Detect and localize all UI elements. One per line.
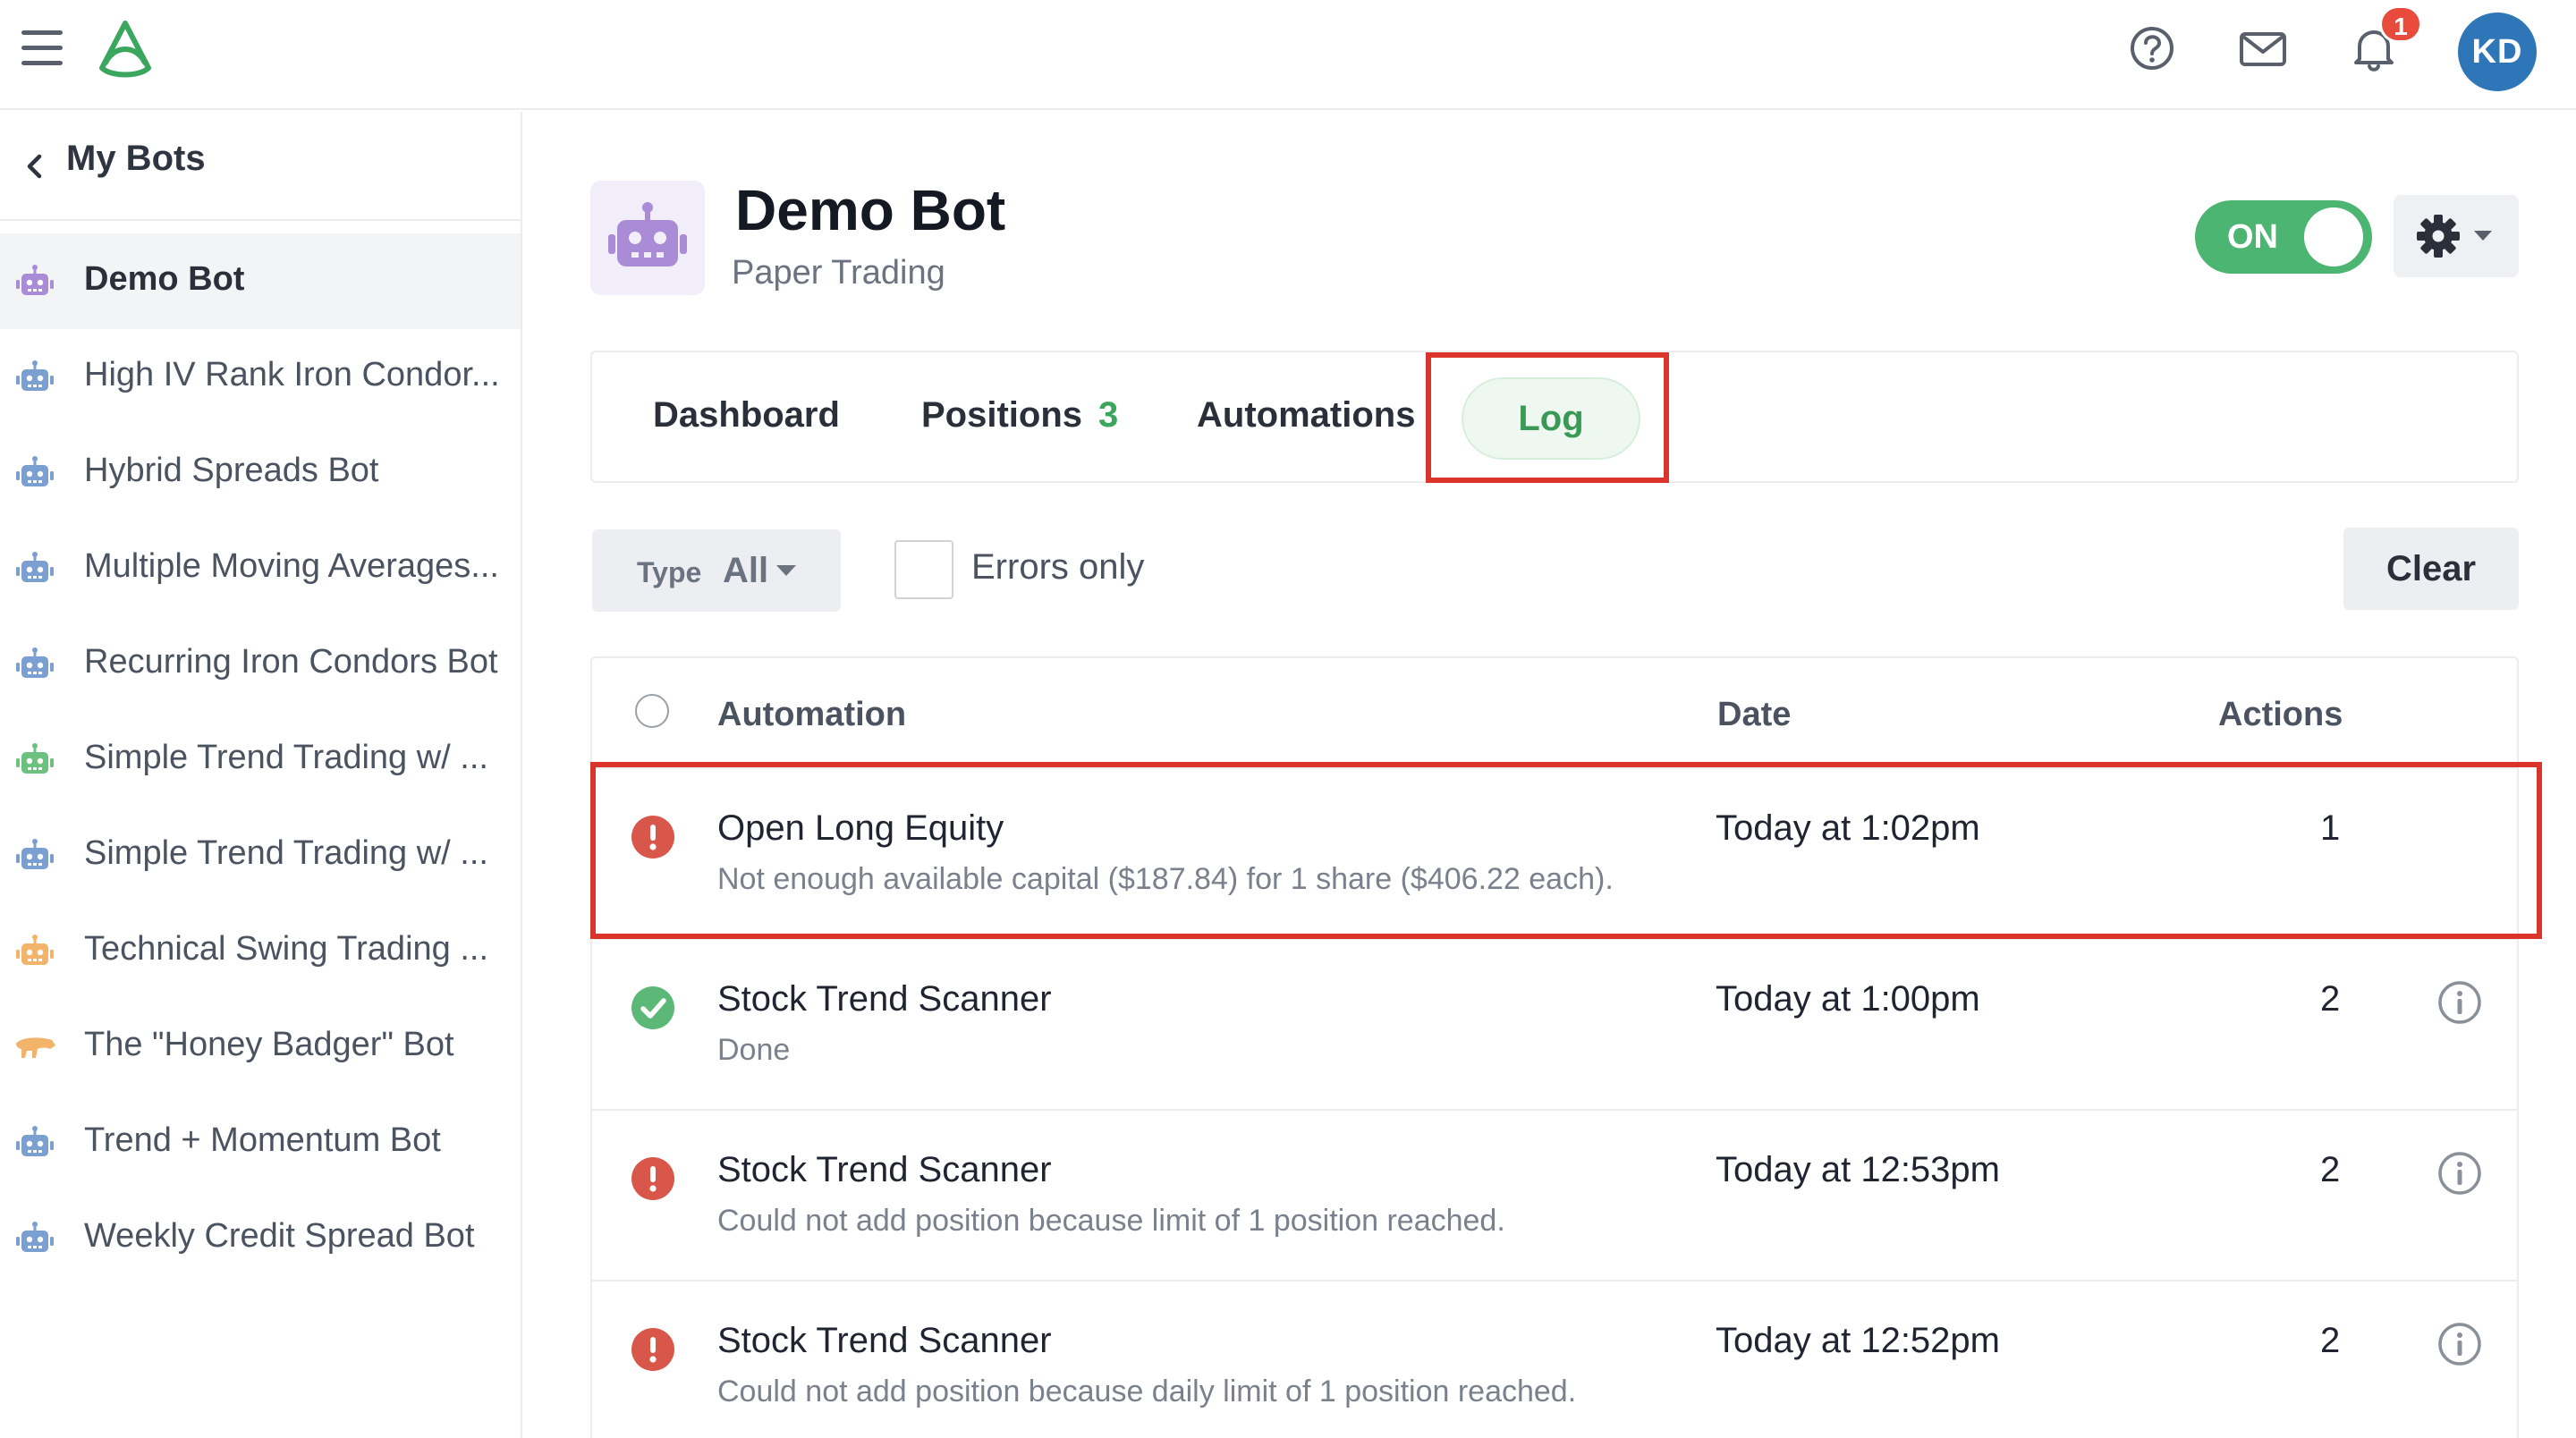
column-header-date: Date [1717, 696, 1792, 733]
sidebar-bot-label: Weekly Credit Spread Bot [84, 1217, 475, 1255]
help-icon[interactable] [2125, 21, 2179, 75]
sidebar-bot-label: Trend + Momentum Bot [84, 1121, 441, 1159]
sidebar-bot-item[interactable]: Simple Trend Trading w/ ... [0, 808, 521, 903]
page-title: Demo Bot [735, 178, 1006, 242]
column-header-automation: Automation [717, 696, 907, 733]
positions-count-badge: 3 [1098, 395, 1119, 435]
back-to-my-bots-link[interactable]: My Bots [0, 112, 521, 221]
sidebar-bot-label: The "Honey Badger" Bot [84, 1026, 454, 1063]
toggle-label: ON [2227, 218, 2278, 256]
back-link-label: My Bots [66, 139, 206, 178]
sidebar: My Bots Demo Bot High IV Rank Iron Condor… [0, 112, 522, 1438]
robot-icon [11, 260, 59, 303]
info-icon[interactable] [2436, 1150, 2483, 1197]
sidebar-bot-label: Recurring Iron Condors Bot [84, 643, 498, 681]
clear-button[interactable]: Clear [2343, 528, 2519, 610]
tab-dashboard[interactable]: Dashboard [653, 395, 840, 436]
robot-icon [11, 1217, 59, 1260]
log-row[interactable]: Stock Trend Scanner Could not add positio… [592, 1109, 2517, 1279]
sidebar-bot-item[interactable]: Hybrid Spreads Bot [0, 425, 521, 520]
page-subtitle: Paper Trading [732, 254, 945, 292]
info-icon[interactable] [2436, 1321, 2483, 1367]
toggle-knob [2304, 207, 2363, 266]
settings-dropdown-button[interactable] [2394, 195, 2519, 277]
row-actions-count: 2 [2320, 1321, 2341, 1360]
robot-icon [11, 930, 59, 973]
select-all-radio[interactable] [635, 694, 669, 728]
mail-icon[interactable] [2236, 21, 2290, 75]
success-status-icon [630, 985, 676, 1031]
sidebar-bot-item[interactable]: Demo Bot [0, 233, 521, 329]
row-automation-title: Stock Trend Scanner [717, 1321, 1052, 1360]
sidebar-bot-label: Simple Trend Trading w/ ... [84, 739, 488, 776]
top-bar: 1 KD [0, 0, 2576, 110]
robot-icon [11, 356, 59, 399]
robot-icon [11, 452, 59, 495]
caret-down-icon [776, 565, 796, 576]
sidebar-bot-label: Technical Swing Trading ... [84, 930, 489, 968]
errors-only-label: Errors only [971, 547, 1145, 587]
type-filter-value: All [723, 551, 769, 590]
sidebar-bot-label: Hybrid Spreads Bot [84, 452, 379, 489]
sidebar-bot-label: Simple Trend Trading w/ ... [84, 834, 488, 872]
row-automation-detail: Could not add position because limit of … [717, 1204, 1505, 1238]
type-filter-label: Type [637, 556, 702, 588]
sidebar-bot-label: High IV Rank Iron Condor... [84, 356, 500, 393]
row-automation-title: Stock Trend Scanner [717, 1150, 1052, 1189]
error-row-highlight-box [590, 762, 2542, 939]
error-status-icon [630, 1155, 676, 1202]
robot-icon [11, 547, 59, 590]
sidebar-bot-label: Demo Bot [84, 260, 245, 298]
robot-icon [608, 202, 687, 266]
row-automation-title: Stock Trend Scanner [717, 979, 1052, 1019]
notification-badge: 1 [2379, 5, 2422, 43]
robot-icon [11, 834, 59, 877]
user-avatar[interactable]: KD [2458, 13, 2537, 91]
tab-automations[interactable]: Automations [1197, 395, 1415, 436]
row-automation-detail: Could not add position because daily lim… [717, 1375, 1577, 1408]
bot-list: Demo Bot High IV Rank Iron Condor... Hybri… [0, 233, 521, 1286]
error-status-icon [630, 1326, 676, 1373]
type-filter-select[interactable]: Type All [592, 529, 841, 612]
robot-icon [11, 1121, 59, 1164]
badger-icon [11, 1026, 59, 1069]
sidebar-bot-item[interactable]: The "Honey Badger" Bot [0, 999, 521, 1095]
robot-icon [11, 643, 59, 686]
sidebar-bot-label: Multiple Moving Averages... [84, 547, 499, 585]
bot-on-off-toggle[interactable]: ON [2195, 200, 2372, 274]
row-date: Today at 1:00pm [1716, 979, 1980, 1019]
robot-icon [11, 739, 59, 782]
tab-positions-label: Positions [921, 395, 1083, 435]
sidebar-bot-item[interactable]: Trend + Momentum Bot [0, 1095, 521, 1190]
errors-only-checkbox[interactable] [894, 540, 953, 599]
chevron-left-icon [27, 154, 42, 179]
sidebar-bot-item[interactable]: Weekly Credit Spread Bot [0, 1190, 521, 1286]
column-header-actions: Actions [2218, 696, 2343, 733]
log-row[interactable]: Stock Trend Scanner Could not add positio… [592, 1280, 2517, 1438]
sidebar-bot-item[interactable]: Technical Swing Trading ... [0, 903, 521, 999]
info-icon[interactable] [2436, 979, 2483, 1026]
row-actions-count: 2 [2320, 979, 2341, 1019]
tab-positions[interactable]: Positions 3 [921, 395, 1118, 436]
row-actions-count: 2 [2320, 1150, 2341, 1189]
bot-avatar [590, 181, 705, 295]
sidebar-bot-item[interactable]: Multiple Moving Averages... [0, 520, 521, 616]
hamburger-menu-icon[interactable] [21, 30, 63, 66]
sidebar-bot-item[interactable]: Simple Trend Trading w/ ... [0, 712, 521, 808]
row-automation-detail: Done [717, 1033, 791, 1067]
log-row[interactable]: Stock Trend Scanner Done Today at 1:00pm 2 [592, 938, 2517, 1108]
sidebar-bot-item[interactable]: Recurring Iron Condors Bot [0, 616, 521, 712]
row-date: Today at 12:52pm [1716, 1321, 2000, 1360]
log-tab-highlight-box [1426, 352, 1669, 483]
row-date: Today at 12:53pm [1716, 1150, 2000, 1189]
gear-icon [2417, 215, 2492, 258]
app-logo-icon[interactable] [93, 18, 157, 79]
sidebar-bot-item[interactable]: High IV Rank Iron Condor... [0, 329, 521, 425]
